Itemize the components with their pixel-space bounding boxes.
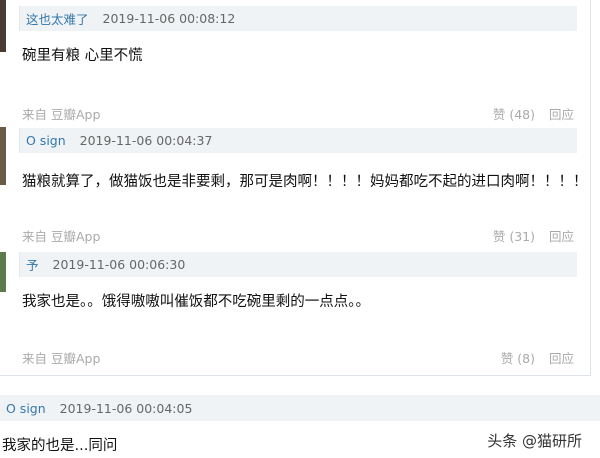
timestamp: 2019-11-06 00:06:30 [52,257,186,272]
comment-header: 这也太难了 2019-11-06 00:08:12 [19,6,577,31]
comment-actions: 赞 (8) 回应 [491,348,574,367]
timestamp: 2019-11-06 00:04:37 [79,133,213,148]
avatar[interactable] [0,252,6,292]
comment-item: 这也太难了 2019-11-06 00:08:12 碗里有粮 心里不慌 来自 豆… [0,0,591,122]
avatar[interactable] [0,127,6,185]
like-button[interactable]: 赞 (31) [493,229,535,244]
avatar[interactable] [0,0,6,52]
timestamp: 2019-11-06 00:04:05 [59,400,193,416]
like-button[interactable]: 赞 (8) [501,351,535,366]
comment-actions: 赞 (31) 回应 [483,226,574,245]
reply-thread: 这也太难了 2019-11-06 00:08:12 碗里有粮 心里不慌 来自 豆… [0,0,591,376]
comment-text: 猫粮就算了，做猫饭也是非要剩，那可是肉啊！！！！妈妈都吃不起的进口肉啊！！！！ [22,174,588,190]
comment-text: 我家也是。。饿得嗷嗷叫催饭都不吃碗里剩的一点点。。 [22,294,370,310]
author-link[interactable]: O sign [26,133,66,148]
comment-header: O sign 2019-11-06 00:04:05 [0,395,600,421]
reply-button[interactable]: 回应 [549,351,574,366]
watermark: 头条 @猫研所 [487,432,582,450]
comment-text: 碗里有粮 心里不慌 [22,48,143,64]
author-link[interactable]: 予 [26,255,39,274]
comment-header: O sign 2019-11-06 00:04:37 [19,128,577,153]
author-link[interactable]: 这也太难了 [26,9,89,28]
comment-item: 予 2019-11-06 00:06:30 我家也是。。饿得嗷嗷叫催饭都不吃碗里… [0,246,591,376]
reply-button[interactable]: 回应 [549,229,574,244]
comment-item: O sign 2019-11-06 00:04:37 猫粮就算了，做猫饭也是非要… [0,120,591,246]
author-link[interactable]: O sign [6,401,46,416]
source-label: 来自 豆瓣App [22,351,101,366]
comment-header: 予 2019-11-06 00:06:30 [19,252,577,277]
source-label: 来自 豆瓣App [22,229,101,244]
timestamp: 2019-11-06 00:08:12 [102,11,236,26]
comment-text: 我家的也是...同问 [2,438,118,454]
